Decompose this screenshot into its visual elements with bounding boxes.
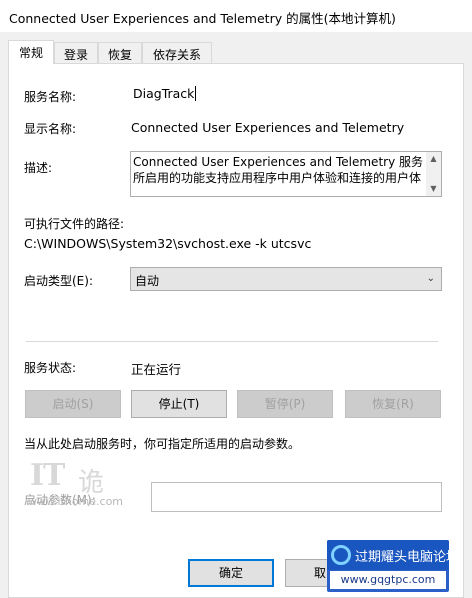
forum-title: 过期耀头电脑论坛 <box>355 550 449 565</box>
service-name-label: 服务名称: <box>24 90 77 104</box>
description-textbox[interactable]: Connected User Experiences and Telemetry… <box>130 151 442 197</box>
startup-type-dropdown[interactable]: 自动 ⌄ <box>130 267 442 291</box>
ithome-url: www.ithome.com <box>28 495 124 508</box>
display-name-label: 显示名称: <box>24 122 77 136</box>
start-params-input[interactable] <box>151 482 442 512</box>
ithome-logo: IT <box>30 458 65 493</box>
exe-path-value[interactable]: C:\WINDOWS\System32\svchost.exe -k utcsv… <box>24 236 311 251</box>
tab-dependencies[interactable]: 依存关系 <box>142 42 212 64</box>
exe-path-label: 可执行文件的路径: <box>24 217 125 231</box>
forum-logo-icon <box>331 545 351 565</box>
resume-button[interactable]: 恢复(R) <box>345 390 441 418</box>
ithome-logo-icon: 诡 <box>78 468 105 498</box>
tab-general[interactable]: 常规 <box>8 40 54 64</box>
startup-type-label: 启动类型(E): <box>24 274 93 288</box>
start-button[interactable]: 启动(S) <box>25 390 121 418</box>
startup-type-value: 自动 <box>135 274 160 288</box>
scroll-down-icon[interactable]: ▼ <box>426 182 441 196</box>
service-name-value: DiagTrack <box>133 86 195 101</box>
service-name-field[interactable]: DiagTrack <box>131 82 331 104</box>
window-title: Connected User Experiences and Telemetry… <box>9 11 396 26</box>
description-scrollbar[interactable]: ▲ ▼ <box>426 152 441 196</box>
text-caret <box>195 86 197 101</box>
chevron-down-icon: ⌄ <box>426 273 435 284</box>
display-name-value[interactable]: Connected User Experiences and Telemetry <box>131 120 404 135</box>
stop-button[interactable]: 停止(T) <box>131 390 227 418</box>
tab-recovery[interactable]: 恢复 <box>98 42 142 64</box>
section-divider <box>26 341 438 342</box>
service-status-label: 服务状态: <box>24 361 77 375</box>
scroll-up-icon[interactable]: ▲ <box>426 152 441 166</box>
ok-button[interactable]: 确定 <box>188 559 274 587</box>
start-params-hint: 当从此处启动服务时，你可指定所适用的启动参数。 <box>24 437 301 451</box>
tab-logon[interactable]: 登录 <box>54 42 98 64</box>
description-text: Connected User Experiences and Telemetry… <box>133 155 423 185</box>
forum-url: www.gqgtpc.com <box>330 571 446 589</box>
description-label: 描述: <box>24 161 53 175</box>
pause-button[interactable]: 暂停(P) <box>237 390 333 418</box>
forum-watermark: 过期耀头电脑论坛 www.gqgtpc.com <box>327 540 449 592</box>
general-tab-panel: 服务名称: DiagTrack 显示名称: Connected User Exp… <box>8 63 464 598</box>
title-bar: Connected User Experiences and Telemetry… <box>0 0 472 32</box>
service-status-value: 正在运行 <box>131 362 182 377</box>
